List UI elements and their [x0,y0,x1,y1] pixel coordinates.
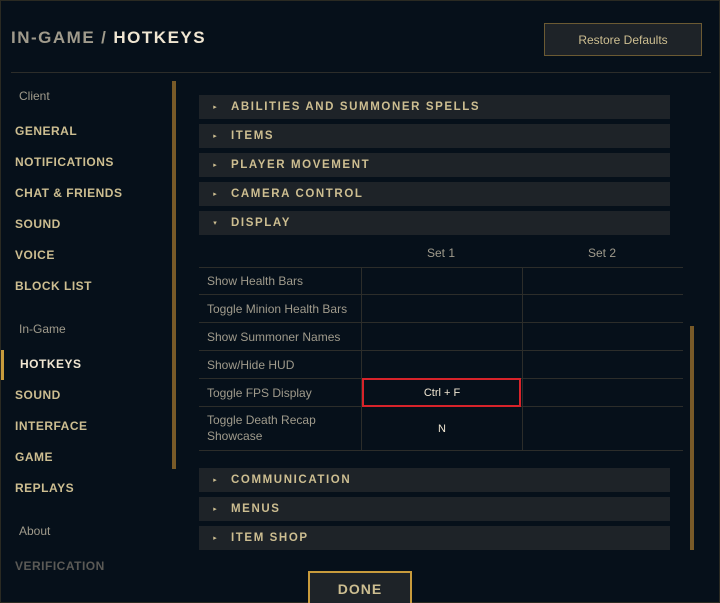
header-divider [11,72,711,73]
section-camera-control[interactable]: ▸ CAMERA CONTROL [199,182,670,206]
section-label: MENUS [231,503,281,515]
section-item-shop[interactable]: ▸ ITEM SHOP [199,526,670,550]
hotkey-set1-cell[interactable] [362,267,522,294]
sidebar-item-voice[interactable]: VOICE [15,248,55,262]
section-label: ITEMS [231,130,275,142]
hotkey-name: Toggle Death Recap Showcase [207,413,316,443]
hotkey-set1-cell[interactable]: N [362,407,522,450]
expand-caret-icon: ▸ [213,133,217,140]
column-header-set1: Set 1 [427,246,456,260]
sidebar-item-sound-ingame[interactable]: SOUND [15,388,61,402]
sidebar-scrollbar[interactable] [172,81,176,469]
panel-scrollbar[interactable] [690,326,694,550]
sidebar-item-game[interactable]: GAME [15,450,53,464]
section-label: COMMUNICATION [231,474,352,486]
hotkey-set1-cell[interactable] [362,323,522,350]
sidebar-item-notifications[interactable]: NOTIFICATIONS [15,155,114,169]
done-button[interactable]: DONE [308,571,412,603]
sidebar-nav: Client GENERAL NOTIFICATIONS CHAT & FRIE… [1,81,171,601]
sidebar-item-hotkeys[interactable]: HOTKEYS [20,357,82,371]
section-display[interactable]: ▾ DISPLAY [199,211,670,235]
expand-caret-icon: ▸ [213,477,217,484]
section-abilities-summoner-spells[interactable]: ▸ ABILITIES AND SUMMONER SPELLS [199,95,670,119]
table-row: Toggle Death Recap Showcase N [199,407,683,451]
hotkey-name: Show Summoner Names [207,330,341,344]
hotkey-set2-cell[interactable] [523,379,683,406]
breadcrumb-ingame: IN-GAME [11,28,96,47]
breadcrumb-separator: / [101,28,108,47]
table-divider [361,267,362,451]
active-item-marker [1,350,4,380]
collapse-caret-icon: ▾ [213,220,217,227]
hotkey-set2-cell[interactable] [523,407,683,450]
hotkey-set2-cell[interactable] [523,295,683,322]
hotkey-name: Toggle FPS Display [207,386,312,400]
sidebar-item-general[interactable]: GENERAL [15,124,77,138]
table-row: Show Summoner Names [199,323,683,351]
table-row: Toggle Minion Health Bars [199,295,683,323]
table-row: Show Health Bars [199,267,683,295]
hotkey-set1-cell[interactable] [362,295,522,322]
section-menus[interactable]: ▸ MENUS [199,497,670,521]
expand-caret-icon: ▸ [213,104,217,111]
restore-defaults-button[interactable]: Restore Defaults [544,23,702,56]
hotkey-set2-cell[interactable] [523,267,683,294]
highlight-box [362,378,521,407]
hotkey-set2-cell[interactable] [523,323,683,350]
page-title: IN-GAME / HOTKEYS [11,28,206,48]
section-label: CAMERA CONTROL [231,188,364,200]
hotkey-name: Show Health Bars [207,274,304,288]
hotkey-set2-cell[interactable] [523,351,683,378]
sidebar-item-block-list[interactable]: BLOCK LIST [15,279,92,293]
sidebar-item-replays[interactable]: REPLAYS [15,481,74,495]
section-communication[interactable]: ▸ COMMUNICATION [199,468,670,492]
sidebar-group-client: Client [19,89,50,103]
section-label: DISPLAY [231,217,291,229]
expand-caret-icon: ▸ [213,191,217,198]
expand-caret-icon: ▸ [213,535,217,542]
hotkey-name: Show/Hide HUD [207,358,295,372]
sidebar-group-about: About [19,524,51,538]
breadcrumb-current: HOTKEYS [113,28,207,47]
section-label: ITEM SHOP [231,532,309,544]
section-label: ABILITIES AND SUMMONER SPELLS [231,101,481,113]
sidebar-item-verification[interactable]: VERIFICATION [15,559,105,573]
settings-window: IN-GAME / HOTKEYS Restore Defaults Client … [0,0,720,603]
sidebar-item-sound-client[interactable]: SOUND [15,217,61,231]
sidebar-item-interface[interactable]: INTERFACE [15,419,88,433]
sidebar-item-chat-friends[interactable]: CHAT & FRIENDS [15,186,122,200]
section-label: PLAYER MOVEMENT [231,159,371,171]
sidebar-group-ingame: In-Game [19,322,66,336]
expand-caret-icon: ▸ [213,162,217,169]
expand-caret-icon: ▸ [213,506,217,513]
table-row: Show/Hide HUD [199,351,683,379]
hotkey-name: Toggle Minion Health Bars [207,302,348,316]
hotkey-set1-cell[interactable] [362,351,522,378]
section-player-movement[interactable]: ▸ PLAYER MOVEMENT [199,153,670,177]
table-divider [522,267,523,451]
section-items[interactable]: ▸ ITEMS [199,124,670,148]
column-header-set2: Set 2 [588,246,617,260]
